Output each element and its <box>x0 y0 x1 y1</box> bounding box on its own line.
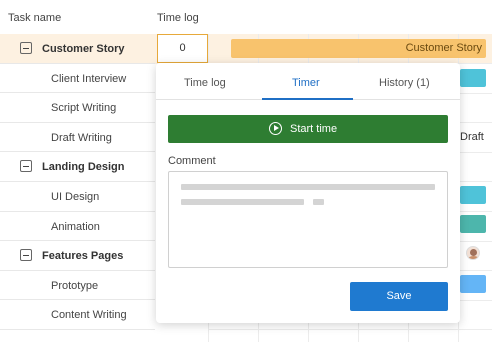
time-log-input[interactable]: 0 <box>157 34 208 63</box>
task-label: Features Pages <box>42 250 124 263</box>
task-name-header: Task name <box>8 12 62 24</box>
task-row-content-writing[interactable]: Content Writing <box>0 300 155 330</box>
popup-tabs: Time log Timer History (1) <box>156 63 460 100</box>
gantt-bar-client-interview[interactable] <box>460 69 486 87</box>
task-row-animation[interactable]: Animation <box>0 212 155 242</box>
task-row-prototype[interactable]: Prototype <box>0 271 155 301</box>
task-row-draft-writing[interactable]: Draft Writing <box>0 123 155 153</box>
gantt-bar-label: Customer Story <box>405 42 482 54</box>
task-label: Script Writing <box>51 102 117 115</box>
time-log-header: Time log <box>157 12 199 24</box>
active-tab-indicator <box>262 98 353 100</box>
gantt-bar-customer-story[interactable]: Customer Story <box>231 39 486 58</box>
task-grid: Customer Story Client Interview Script W… <box>0 34 155 330</box>
collapse-icon[interactable] <box>20 249 32 262</box>
task-label: Client Interview <box>51 72 127 85</box>
gantt-bar-ui-design[interactable] <box>460 186 486 204</box>
comment-text-line <box>181 184 435 190</box>
comment-text-line <box>181 199 304 205</box>
task-label: Customer Story <box>42 43 125 55</box>
start-time-button[interactable]: Start time <box>168 115 448 143</box>
tab-timer[interactable]: Timer <box>292 77 320 89</box>
start-time-label: Start time <box>290 123 338 135</box>
grid-header: Task name Time log <box>0 0 492 34</box>
task-label: Landing Design <box>42 161 125 174</box>
tab-time-log[interactable]: Time log <box>184 77 226 89</box>
task-label: Prototype <box>51 279 99 292</box>
task-row-script-writing[interactable]: Script Writing <box>0 93 155 123</box>
comment-textarea[interactable] <box>168 171 448 268</box>
comment-text-line <box>313 199 324 205</box>
task-label: Content Writing <box>51 309 127 322</box>
save-button[interactable]: Save <box>350 282 448 311</box>
gantt-bar-prototype[interactable] <box>460 275 486 293</box>
task-label: Animation <box>51 220 100 233</box>
tab-history[interactable]: History (1) <box>379 77 430 89</box>
task-row-client-interview[interactable]: Client Interview <box>0 64 155 94</box>
gantt-gridline <box>208 329 492 330</box>
comment-label: Comment <box>168 155 216 167</box>
task-label: UI Design <box>51 190 100 203</box>
task-row-features-pages[interactable]: Features Pages <box>0 241 155 271</box>
task-row-landing-design[interactable]: Landing Design <box>0 152 155 182</box>
gantt-bar-animation[interactable] <box>460 215 486 233</box>
play-icon <box>269 122 282 135</box>
task-row-customer-story[interactable]: Customer Story <box>0 34 155 64</box>
task-row-ui-design[interactable]: UI Design <box>0 182 155 212</box>
assignee-avatar[interactable] <box>466 246 480 260</box>
collapse-icon[interactable] <box>20 160 32 173</box>
time-tracking-popup: Time log Timer History (1) Start time Co… <box>156 63 460 323</box>
gantt-bar-draft-label: Draft <box>460 131 484 143</box>
task-label: Draft Writing <box>51 131 112 144</box>
collapse-icon[interactable] <box>20 42 32 54</box>
